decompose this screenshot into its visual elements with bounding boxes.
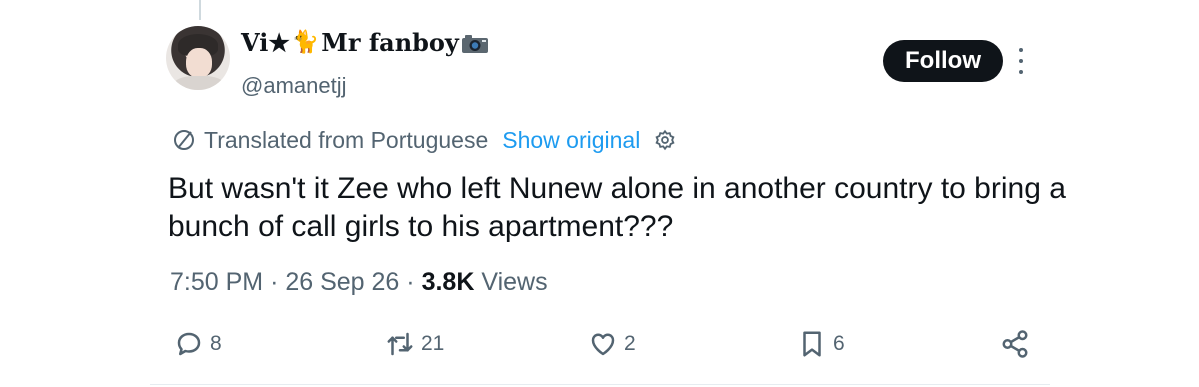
- repost-button[interactable]: 21: [385, 324, 444, 364]
- like-button[interactable]: 2: [588, 324, 636, 364]
- bookmark-count: 6: [833, 332, 845, 355]
- translation-bar: Translated from Portuguese Show original: [172, 124, 676, 156]
- cat-emoji: 🐈: [291, 30, 320, 55]
- display-name[interactable]: Vi★ 🐈 Mr fanboy: [241, 27, 489, 59]
- like-count: 2: [624, 332, 636, 355]
- bookmark-icon: [803, 331, 821, 357]
- thread-connector-line: [199, 0, 201, 20]
- more-icon[interactable]: [1014, 48, 1028, 74]
- user-handle[interactable]: @amanetjj: [241, 72, 347, 100]
- avatar[interactable]: [166, 26, 230, 90]
- action-bar: 8 21 2 6: [0, 324, 1199, 364]
- show-original-link[interactable]: Show original: [502, 127, 640, 154]
- tweet-date[interactable]: 26 Sep 26: [285, 268, 399, 296]
- translation-note: Translated from Portuguese: [204, 126, 489, 153]
- follow-button[interactable]: Follow: [883, 40, 1003, 82]
- bookmark-button[interactable]: 6: [797, 324, 845, 364]
- meta-separator: ·: [406, 268, 422, 296]
- like-icon: [591, 333, 615, 356]
- globe-translate-icon: [174, 130, 194, 150]
- reply-count: 8: [210, 332, 222, 355]
- reply-icon: [177, 332, 201, 356]
- meta-separator: ·: [270, 268, 286, 296]
- views-label: Views: [481, 268, 548, 296]
- share-button[interactable]: [1000, 324, 1036, 364]
- camera-icon: [461, 35, 488, 53]
- views-count: 3.8K: [421, 268, 475, 296]
- repost-count: 21: [421, 332, 445, 355]
- share-icon: [1002, 330, 1028, 358]
- tweet-time[interactable]: 7:50 PM: [170, 268, 263, 296]
- display-name-prefix: Vi★: [241, 28, 290, 57]
- reply-button[interactable]: 8: [174, 324, 222, 364]
- tweet-meta: 7:50 PM · 26 Sep 26 · 3.8K Views: [170, 264, 548, 300]
- repost-icon: [387, 332, 413, 356]
- bottom-divider: [150, 384, 1050, 385]
- tweet-text: But wasn't it Zee who left Nunew alone i…: [168, 172, 1066, 243]
- gear-icon[interactable]: [654, 129, 676, 151]
- display-name-main: Mr fanboy: [321, 28, 459, 57]
